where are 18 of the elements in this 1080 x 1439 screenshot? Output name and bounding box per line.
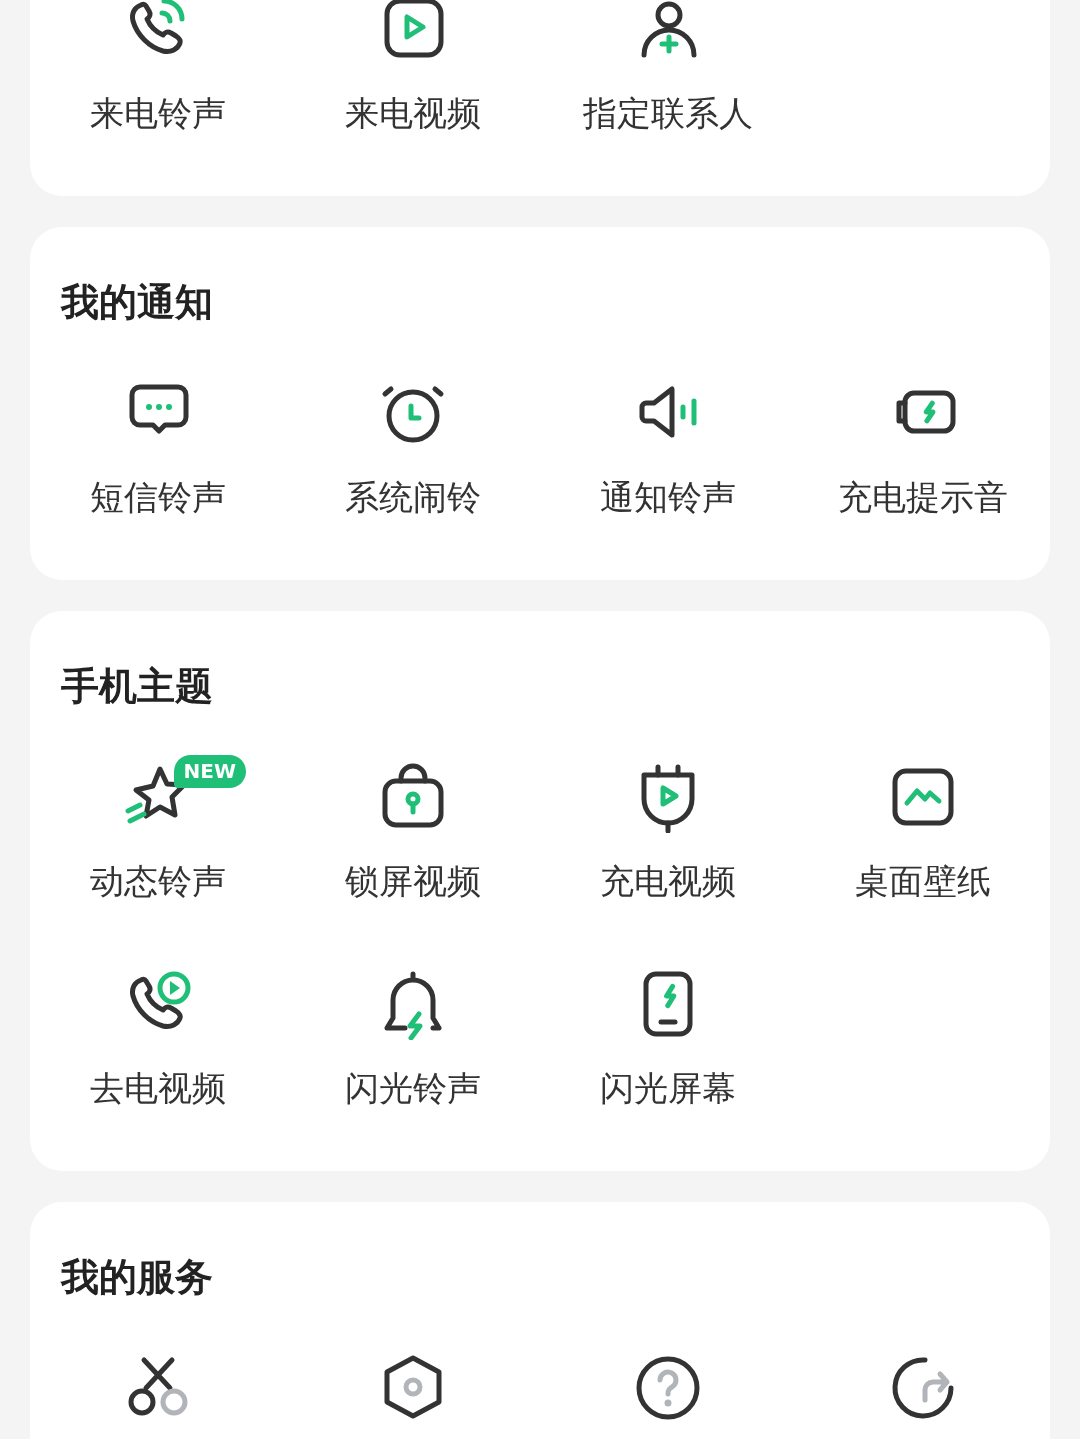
tile-label[interactable]: 通知铃声 bbox=[599, 473, 736, 521]
tile-label[interactable]: 桌面壁纸 bbox=[854, 857, 991, 905]
new-badge: NEW bbox=[173, 755, 246, 788]
section-title: 手机主题 bbox=[61, 663, 214, 710]
section-title: 我的服务 bbox=[61, 1254, 214, 1301]
tile-label[interactable]: 锁屏视频 bbox=[344, 857, 481, 905]
tile-label[interactable]: 闪光铃声 bbox=[344, 1064, 481, 1112]
tile-label[interactable]: 闪光屏幕 bbox=[599, 1064, 736, 1112]
tile-label[interactable]: 短信铃声 bbox=[89, 473, 226, 521]
tile-label[interactable]: 来电视频 bbox=[344, 89, 481, 137]
section-title: 我的通知 bbox=[61, 279, 214, 326]
tile-label[interactable]: 指定联系人 bbox=[582, 89, 753, 137]
tile-label[interactable]: 系统闹铃 bbox=[344, 473, 481, 521]
tile-label[interactable]: 去电视频 bbox=[89, 1064, 226, 1112]
tile-label[interactable]: 充电视频 bbox=[599, 857, 736, 905]
tile-label[interactable]: 充电提示音 bbox=[837, 473, 1008, 521]
tile-label[interactable]: 来电铃声 bbox=[89, 89, 226, 137]
tile-label[interactable]: 动态铃声 bbox=[89, 857, 226, 905]
